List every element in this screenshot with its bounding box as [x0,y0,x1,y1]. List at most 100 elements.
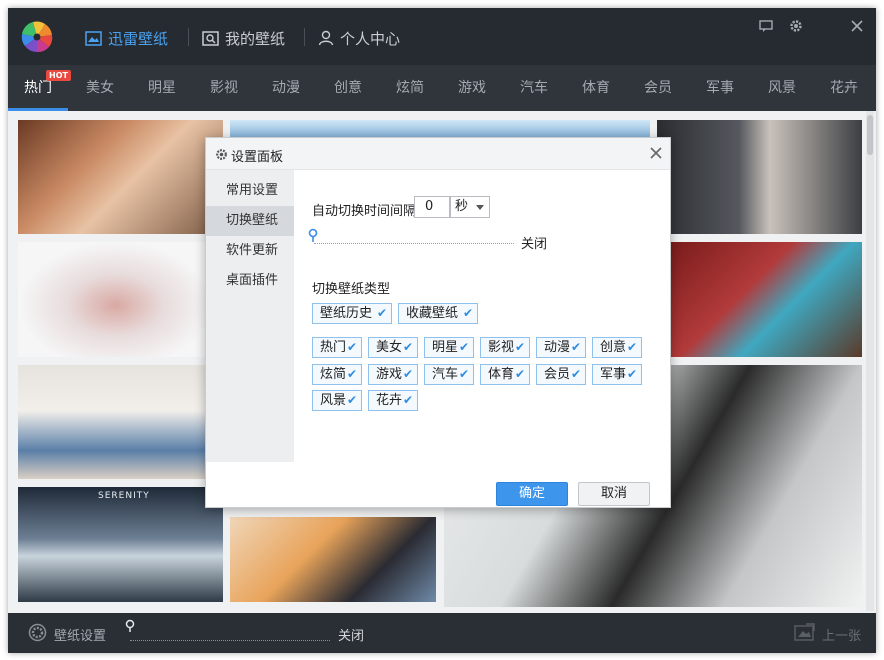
source-favorites-checkbox[interactable]: 收藏壁纸 ✔ [398,303,478,324]
check-icon: ✔ [514,367,525,381]
scrollbar-thumb[interactable] [867,115,873,155]
dialog-sidebar: 常用设置 切换壁纸 软件更新 桌面插件 [206,170,294,462]
scrollbar[interactable] [866,111,874,611]
check-icon: ✔ [570,340,581,354]
type-checkbox[interactable]: 汽车 ✔ [424,364,474,385]
checkbox-label: 热门 [320,340,347,355]
checkbox-label: 动漫 [544,340,571,355]
tab-label: 风景 [768,80,796,96]
type-checkbox[interactable]: 军事 ✔ [592,364,642,385]
wallpaper-thumbnail[interactable] [18,120,223,234]
type-checkbox[interactable]: 创意 ✔ [592,337,642,358]
nav-xunlei-wallpaper[interactable]: 迅雷壁纸 [85,26,168,50]
source-history-checkbox[interactable]: 壁纸历史 ✔ [312,303,392,324]
tab-movies[interactable]: 影视 [194,65,254,111]
type-checkbox[interactable]: 体育 ✔ [480,364,530,385]
interval-label: 自动切换时间间隔: [312,204,421,219]
cancel-button[interactable]: 取消 [578,482,650,506]
settings-dialog: 设置面板 常用设置 切换壁纸 软件更新 桌面插件 自动切换时间间隔: 0 秒 关… [205,137,671,508]
type-checkbox[interactable]: 美女 ✔ [368,337,418,358]
type-checkbox[interactable]: 会员 ✔ [536,364,586,385]
side-item-update[interactable]: 软件更新 [206,236,294,266]
type-checkbox[interactable]: 影视 ✔ [480,337,530,358]
wallpaper-thumbnail[interactable] [18,242,213,357]
tab-games[interactable]: 游戏 [442,65,502,111]
check-icon: ✔ [462,306,473,320]
checkbox-label: 美女 [376,340,403,355]
nav-personal-center[interactable]: 个人中心 [318,26,400,50]
type-checkbox[interactable]: 花卉 ✔ [368,390,418,411]
side-item-switch-wallpaper[interactable]: 切换壁纸 [206,206,294,236]
previous-image-icon[interactable] [794,623,816,641]
tab-label: 游戏 [458,80,486,96]
wallpaper-type-label: 切换壁纸类型 [312,282,391,297]
type-checkbox[interactable]: 动漫 ✔ [536,337,586,358]
tab-scenery[interactable]: 风景 [752,65,812,111]
tab-label: 明星 [148,80,176,96]
slider-handle-icon[interactable] [125,619,135,633]
close-button[interactable] [849,18,865,34]
nav-my-wallpaper[interactable]: 我的壁纸 [202,26,285,50]
interval-input[interactable]: 0 [414,196,450,218]
check-icon: ✔ [626,367,637,381]
checkbox-label: 创意 [600,340,627,355]
tab-cars[interactable]: 汽车 [504,65,564,111]
nav-divider [188,28,189,46]
wallpaper-thumbnail[interactable] [18,365,213,479]
checkbox-label: 体育 [488,367,515,382]
wallpaper-settings-link[interactable]: 壁纸设置 [54,625,106,644]
tab-beauty[interactable]: 美女 [70,65,130,111]
type-checkbox[interactable]: 明星 ✔ [424,337,474,358]
checkbox-label: 壁纸历史 [320,306,373,321]
type-checkbox[interactable]: 热门 ✔ [312,337,362,358]
side-item-label: 软件更新 [226,243,279,258]
wallpaper-thumbnail[interactable]: SERENITY [18,487,223,602]
tab-anime[interactable]: 动漫 [256,65,316,111]
interval-unit-select[interactable]: 秒 [450,196,490,218]
checkbox-label: 花卉 [376,393,403,408]
tab-label: 美女 [86,80,114,96]
settings-gear-icon[interactable] [27,622,48,643]
tab-sports[interactable]: 体育 [566,65,626,111]
checkbox-label: 明星 [432,340,459,355]
wallpaper-thumbnail[interactable] [671,242,862,357]
type-checkbox[interactable]: 游戏 ✔ [368,364,418,385]
tab-member[interactable]: 会员 [628,65,688,111]
type-checkbox[interactable]: 风景 ✔ [312,390,362,411]
interval-slider-track[interactable] [314,243,514,244]
dialog-title-bar: 设置面板 [206,138,670,170]
check-icon: ✔ [346,393,357,407]
type-checkbox[interactable]: 炫简 ✔ [312,364,362,385]
tab-minimal[interactable]: 炫简 [380,65,440,111]
check-icon: ✔ [402,393,413,407]
check-icon: ✔ [402,367,413,381]
feedback-button[interactable] [758,18,774,34]
tab-flowers[interactable]: 花卉 [814,65,874,111]
image-search-icon [202,30,219,46]
tab-military[interactable]: 军事 [690,65,750,111]
bottom-bar: 壁纸设置 关闭 上一张 [8,613,876,653]
previous-wallpaper-button[interactable]: 上一张 [822,625,861,644]
settings-button[interactable] [788,18,804,34]
wallpaper-thumbnail[interactable] [230,517,436,602]
confirm-button[interactable]: 确定 [496,482,568,506]
side-item-general[interactable]: 常用设置 [206,176,294,206]
interval-unit-value: 秒 [455,199,469,214]
side-item-desktop-plugin[interactable]: 桌面插件 [206,266,294,296]
tab-stars[interactable]: 明星 [132,65,192,111]
check-icon: ✔ [514,340,525,354]
slider-handle-icon[interactable] [308,228,318,243]
gear-icon [216,149,227,160]
chevron-down-icon [476,205,484,210]
close-icon [851,20,863,32]
interval-slider-track[interactable] [130,640,330,641]
checkbox-label: 军事 [600,367,627,382]
tab-label: 汽车 [520,80,548,96]
slider-off-label: 关闭 [338,629,365,644]
dialog-close-icon[interactable] [650,147,662,159]
side-item-label: 切换壁纸 [226,213,279,228]
image-icon [85,30,102,46]
tab-creative[interactable]: 创意 [318,65,378,111]
app-logo-icon [21,21,53,53]
wallpaper-thumbnail[interactable] [657,120,862,234]
